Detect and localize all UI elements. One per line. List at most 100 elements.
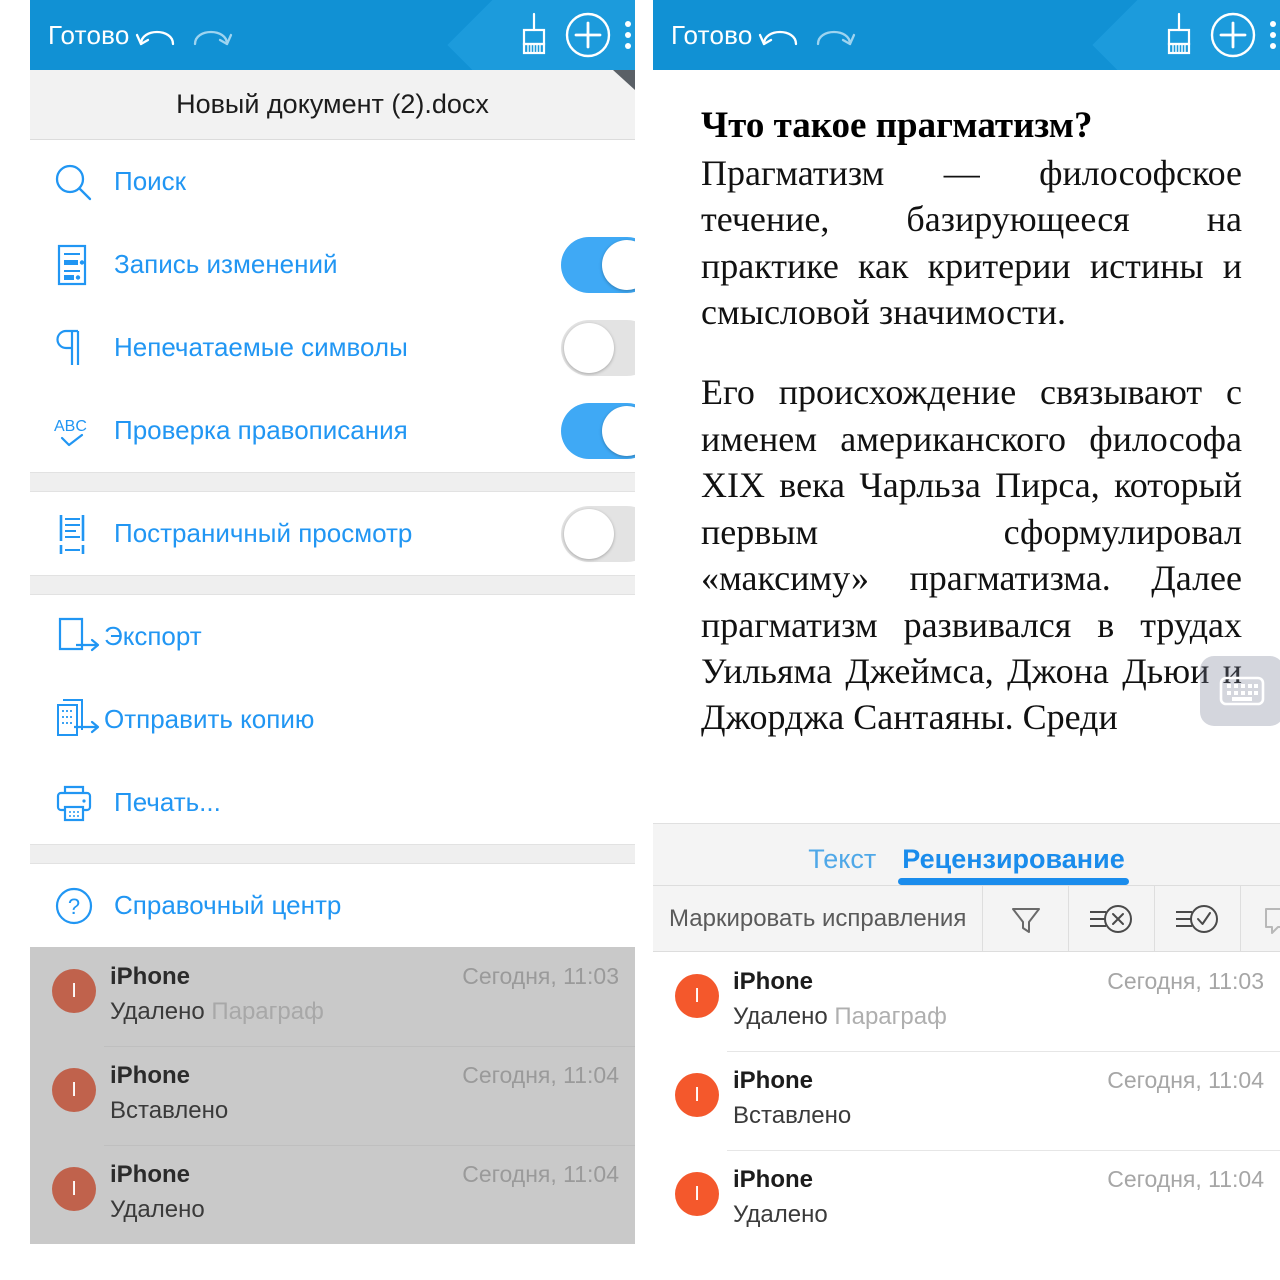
- revision-action-label: Удалено: [733, 1003, 828, 1030]
- menu-item-spellcheck[interactable]: ABC Проверка правописания: [30, 389, 635, 472]
- undo-icon[interactable]: [130, 8, 184, 62]
- help-circle-icon: ?: [52, 884, 114, 928]
- revision-action-label: Вставлено: [110, 1097, 229, 1124]
- revision-timestamp: Сегодня, 11:03: [1107, 968, 1264, 994]
- reject-change-button[interactable]: [1069, 886, 1156, 951]
- tab-review[interactable]: Рецензирование: [898, 844, 1130, 885]
- nonprinting-chars-toggle[interactable]: [561, 319, 635, 376]
- track-changes-icon: [52, 243, 114, 287]
- right-topbar-actions: [1152, 8, 1280, 62]
- revision-action-label: Вставлено: [733, 1102, 852, 1129]
- revision-action-label: Удалено: [110, 998, 205, 1025]
- export-icon: [52, 615, 104, 659]
- pilcrow-icon: [52, 326, 114, 370]
- more-options-icon[interactable]: [625, 21, 631, 49]
- svg-text:?: ?: [68, 894, 80, 919]
- page-view-icon: [52, 511, 114, 557]
- section-divider: [30, 575, 635, 595]
- right-panel: Готово Что такое прагматизм? Прагматизм …: [653, 0, 1280, 1280]
- send-copy-icon: [52, 697, 104, 743]
- revision-author: iPhone: [733, 1067, 814, 1094]
- popover-notch: [613, 70, 635, 90]
- track-changes-toggle[interactable]: [561, 236, 635, 293]
- svg-text:ABC: ABC: [54, 418, 87, 435]
- left-topbar: Готово: [30, 0, 635, 70]
- redo-icon[interactable]: [184, 8, 238, 62]
- undo-icon[interactable]: [753, 8, 807, 62]
- avatar-initial: I: [71, 1178, 77, 1200]
- comment-icon: [1264, 907, 1280, 934]
- menu-item-label: Непечатаемые символы: [114, 332, 408, 362]
- reject-change-icon: [1089, 904, 1132, 933]
- revision-item[interactable]: I iPhone Сегодня, 11:04 Удалено: [30, 1145, 635, 1244]
- review-toolbar: Маркировать исправления: [653, 885, 1280, 952]
- page-view-toggle[interactable]: [561, 505, 635, 562]
- revision-body: iPhone Сегодня, 11:04 Вставлено: [733, 1067, 1264, 1130]
- revision-timestamp: Сегодня, 11:04: [1107, 1067, 1264, 1093]
- revision-header: iPhone Сегодня, 11:04: [733, 1166, 1264, 1194]
- done-button[interactable]: Готово: [48, 20, 130, 51]
- menu-item-search[interactable]: Поиск: [30, 140, 635, 223]
- revision-item[interactable]: I iPhone Сегодня, 11:03 Удалено Параграф: [30, 947, 635, 1046]
- menu-item-label: Справочный центр: [114, 890, 342, 920]
- menu-item-help-center[interactable]: ? Справочный центр: [30, 864, 635, 947]
- done-button[interactable]: Готово: [671, 20, 753, 51]
- menu-item-send-copy[interactable]: Отправить копию: [30, 678, 635, 761]
- avatar-initial: I: [71, 980, 77, 1002]
- revision-author: iPhone: [110, 1161, 191, 1188]
- document-title-bar: Новый документ (2).docx: [30, 70, 635, 140]
- revision-body: iPhone Сегодня, 11:03 Удалено Параграф: [110, 963, 619, 1026]
- menu-item-label: Экспорт: [104, 621, 202, 651]
- revision-body: iPhone Сегодня, 11:04 Удалено: [733, 1166, 1264, 1229]
- revision-item[interactable]: I iPhone Сегодня, 11:04 Вставлено: [30, 1046, 635, 1145]
- avatar-initial: I: [694, 985, 700, 1007]
- accept-change-button[interactable]: [1155, 886, 1242, 951]
- revision-body: iPhone Сегодня, 11:04 Вставлено: [110, 1062, 619, 1125]
- comment-button[interactable]: [1241, 886, 1280, 951]
- menu-item-nonprinting-chars[interactable]: Непечатаемые символы: [30, 306, 635, 389]
- revision-author: iPhone: [733, 1166, 814, 1193]
- plus-circle-icon[interactable]: [561, 8, 615, 62]
- avatar: I: [675, 974, 719, 1018]
- filter-icon: [1011, 907, 1040, 933]
- menu-item-label: Печать...: [114, 787, 221, 817]
- menu-item-page-view[interactable]: Постраничный просмотр: [30, 492, 635, 575]
- revision-header: iPhone Сегодня, 11:03: [110, 963, 619, 991]
- bottom-tabs: Текст Рецензирование: [653, 823, 1280, 885]
- revision-header: iPhone Сегодня, 11:03: [733, 968, 1264, 996]
- revision-body: iPhone Сегодня, 11:03 Удалено Параграф: [733, 968, 1264, 1031]
- revision-author: iPhone: [733, 968, 814, 995]
- revision-body: iPhone Сегодня, 11:04 Удалено: [110, 1161, 619, 1224]
- menu-item-print[interactable]: Печать...: [30, 761, 635, 844]
- avatar: I: [675, 1172, 719, 1216]
- redo-icon[interactable]: [807, 8, 861, 62]
- document-heading: Что такое прагматизм?: [701, 105, 1093, 146]
- keyboard-dismiss-icon[interactable]: [1200, 656, 1280, 726]
- filter-button[interactable]: [983, 886, 1070, 951]
- avatar-initial: I: [71, 1079, 77, 1101]
- spellcheck-icon: ABC: [52, 409, 114, 453]
- tab-text[interactable]: Текст: [808, 844, 876, 885]
- document-content[interactable]: Что такое прагматизм? Прагматизм — филос…: [653, 70, 1280, 823]
- revision-item[interactable]: I iPhone Сегодня, 11:04 Удалено: [653, 1150, 1280, 1249]
- mark-revisions-button[interactable]: Маркировать исправления: [653, 886, 984, 951]
- settings-menu: Поиск Запись изменений Непечатаемые симв…: [30, 140, 635, 947]
- revision-action: Удалено: [110, 1196, 619, 1224]
- menu-item-export[interactable]: Экспорт: [30, 595, 635, 678]
- revision-header: iPhone Сегодня, 11:04: [110, 1062, 619, 1090]
- revision-item[interactable]: I iPhone Сегодня, 11:03 Удалено Параграф: [653, 952, 1280, 1051]
- section-divider: [30, 472, 635, 492]
- more-options-icon[interactable]: [1270, 21, 1276, 49]
- revision-author: iPhone: [110, 963, 191, 990]
- menu-item-label: Проверка правописания: [114, 415, 408, 445]
- paintbrush-icon[interactable]: [1152, 8, 1206, 62]
- menu-item-track-changes[interactable]: Запись изменений: [30, 223, 635, 306]
- plus-circle-icon[interactable]: [1206, 8, 1260, 62]
- paintbrush-icon[interactable]: [507, 8, 561, 62]
- document-paragraph-1: Прагматизм — философское течение, базиру…: [701, 152, 1242, 332]
- revision-header: iPhone Сегодня, 11:04: [733, 1067, 1264, 1095]
- spellcheck-toggle[interactable]: [561, 402, 635, 459]
- revision-item[interactable]: I iPhone Сегодня, 11:04 Вставлено: [653, 1051, 1280, 1150]
- avatar: I: [52, 1167, 96, 1211]
